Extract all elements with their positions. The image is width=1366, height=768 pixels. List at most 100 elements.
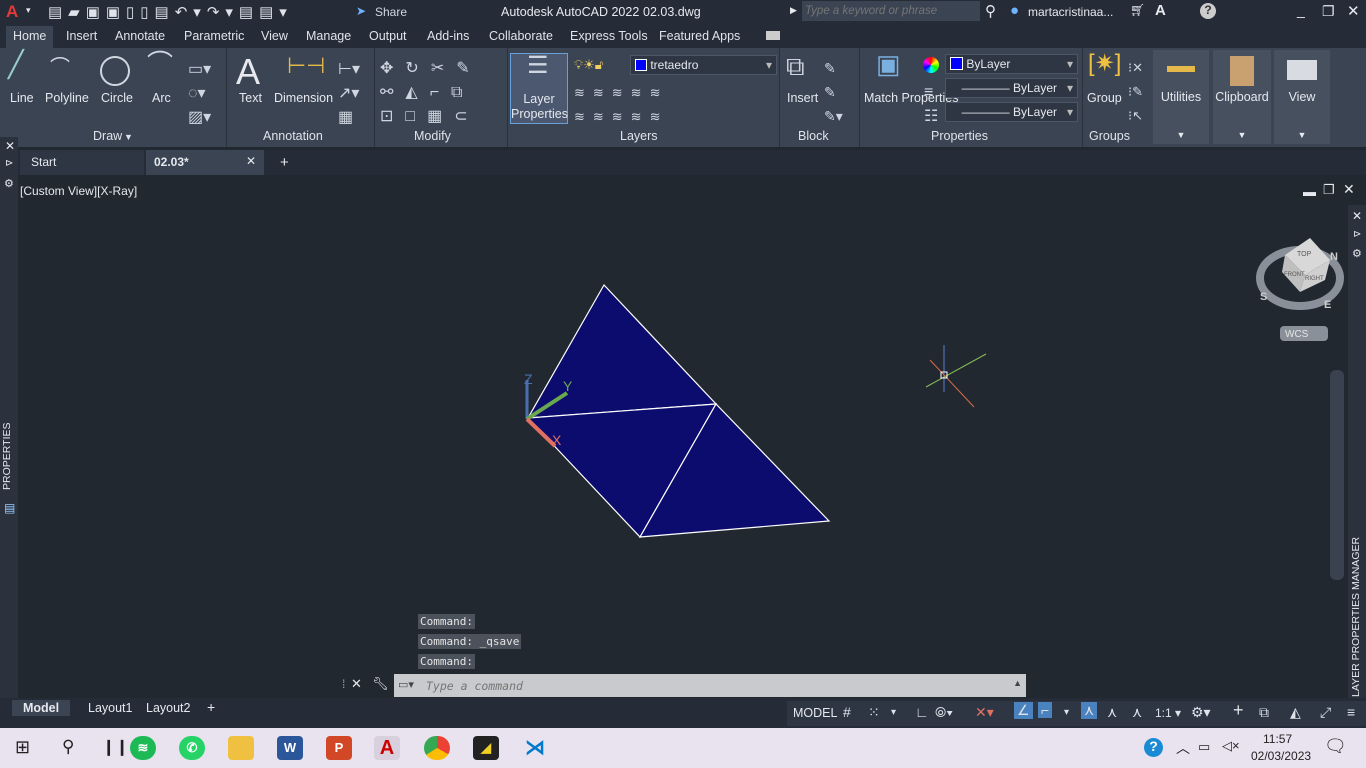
line-icon[interactable]: ╱ <box>8 51 24 77</box>
tab-view[interactable]: View <box>261 29 288 43</box>
tab-collaborate[interactable]: Collaborate <box>489 29 553 43</box>
draw-panel-title[interactable]: Draw <box>93 129 122 143</box>
group-icon[interactable]: [✷] <box>1088 52 1121 76</box>
tab-drawing[interactable]: 02.03* ✕ <box>146 150 264 175</box>
snap-icon[interactable]: ⁙ <box>868 704 880 721</box>
search-input[interactable] <box>802 1 980 21</box>
ortho-icon[interactable]: ∟ <box>915 704 929 720</box>
insert-button[interactable]: Insert <box>787 91 818 105</box>
line-button[interactable]: Line <box>10 91 34 105</box>
close-command-icon[interactable]: ✕ <box>351 676 362 692</box>
snap-dropdown[interactable]: ▾ <box>891 707 896 718</box>
tab-start[interactable]: Start <box>20 150 144 175</box>
dimension-icon[interactable]: ⊢⊣ <box>287 55 325 77</box>
whatsapp-icon[interactable]: ✆ <box>179 736 205 760</box>
object-snap-icon[interactable]: ⌐ <box>1038 702 1053 718</box>
model-space-toggle[interactable]: MODEL <box>793 706 837 720</box>
text-button[interactable]: Text <box>239 91 262 105</box>
search-icon[interactable]: ⚲ <box>62 737 74 757</box>
palette-settings-icon[interactable]: ⚙ <box>4 177 14 190</box>
autocad-taskbar-icon[interactable]: A <box>374 736 400 760</box>
compass-n[interactable]: N <box>1330 251 1338 263</box>
search-icon[interactable]: ⚲ <box>985 2 996 20</box>
recent-commands-icon[interactable]: ▭▾ <box>398 678 414 691</box>
tab-model[interactable]: Model <box>12 700 71 716</box>
drawing-viewport[interactable]: [Custom View][X-Ray] ▬ ❐ ✕ Z Y X TOP RIG… <box>18 178 1355 698</box>
viewcube-front[interactable]: FRONT <box>1284 272 1305 278</box>
tab-layout1[interactable]: Layout1 <box>81 701 139 715</box>
spotify-icon[interactable]: ≋ <box>130 736 156 760</box>
polar-icon[interactable]: ⦾▾ <box>935 704 953 721</box>
properties-palette-bar[interactable]: ✕ ⊳ ⚙ PROPERTIES ▤ <box>0 137 18 720</box>
object-snap-tracking-icon[interactable]: ∠ <box>1014 702 1033 719</box>
compass-e[interactable]: E <box>1324 299 1331 311</box>
lineweight-dropdown[interactable]: ———— ByLayer <box>945 102 1078 122</box>
show-hidden-icons[interactable]: ︿ <box>1176 738 1190 758</box>
clipboard-button[interactable]: Clipboard ▼ <box>1213 50 1271 144</box>
modify-panel-title[interactable]: Modify <box>414 129 451 143</box>
color-dropdown[interactable]: ByLayer <box>945 54 1078 74</box>
properties-palette-icon[interactable]: ▤ <box>4 501 15 515</box>
notifications-icon[interactable]: 🗨︎ <box>1324 736 1347 757</box>
object-snap-dropdown[interactable]: ▾ <box>1064 707 1069 718</box>
help-tray-icon[interactable]: ? <box>1144 738 1163 757</box>
close-button[interactable]: ✕ <box>1347 2 1360 20</box>
annotation-visibility-icon[interactable]: ⋏ <box>1081 702 1098 719</box>
viewcube[interactable]: TOP RIGHT FRONT N S E WCS <box>1256 238 1344 341</box>
share-button[interactable]: Share <box>375 5 407 19</box>
autohide-icon[interactable]: ⊳ <box>5 158 13 169</box>
close-tab-icon[interactable]: ✕ <box>246 154 256 168</box>
volume-muted-icon[interactable]: ◁× <box>1222 738 1240 754</box>
palette-settings-icon[interactable]: ⚙ <box>1352 247 1362 260</box>
insert-icon[interactable]: ⧉ <box>786 53 805 79</box>
clock-date[interactable]: 02/03/2023 <box>1251 749 1311 763</box>
annotation-panel-title[interactable]: Annotation <box>263 129 323 143</box>
file-explorer-icon[interactable] <box>228 736 254 760</box>
arc-icon[interactable]: ⌒ <box>147 51 173 77</box>
utilities-button[interactable]: Utilities ▼ <box>1153 50 1209 144</box>
customize-wrench-icon[interactable]: 🔧︎ <box>372 676 389 692</box>
sticky-notes-icon[interactable]: ◢ <box>473 736 499 760</box>
close-palette-icon[interactable]: ✕ <box>1352 209 1362 223</box>
rectangle-ellipse-hatch-icons[interactable]: ▭▾ ◌▾ ▨▾ <box>188 58 211 130</box>
annotation-scale-icon[interactable]: ⋏ <box>1132 704 1142 721</box>
close-palette-icon[interactable]: ✕ <box>5 139 15 153</box>
clock-time[interactable]: 11:57 <box>1263 732 1292 746</box>
text-icon[interactable]: A <box>236 54 260 90</box>
annotation-scale-dropdown[interactable]: 1:1 ▾ <box>1155 706 1181 720</box>
new-tab-button[interactable]: + <box>280 154 289 171</box>
tab-insert[interactable]: Insert <box>66 29 97 43</box>
add-layout-button[interactable]: + <box>207 699 215 715</box>
isodraft-icon[interactable]: ✕▾ <box>975 704 994 721</box>
polyline-button[interactable]: Polyline <box>45 91 89 105</box>
view-button[interactable]: View ▼ <box>1274 50 1330 144</box>
layers-panel-title[interactable]: Layers <box>620 129 658 143</box>
layer-dropdown[interactable]: tretaedro <box>630 55 777 75</box>
group-button[interactable]: Group <box>1087 91 1122 105</box>
powerpoint-icon[interactable]: P <box>326 736 352 760</box>
annotation-monitor-icon[interactable]: + <box>1233 700 1244 721</box>
dimension-leader-table-icons[interactable]: ⊢▾ ↗▾ ▦ <box>338 58 360 130</box>
windows-start-icon[interactable]: ⊞ <box>15 737 30 758</box>
layer-manager-palette-bar[interactable]: ✕ ⊳ ⚙ LAYER PROPERTIES MANAGER <box>1348 205 1366 698</box>
user-menu[interactable]: martacristinaa... <box>1028 5 1113 19</box>
dimension-button[interactable]: Dimension <box>274 91 333 105</box>
tab-express-tools[interactable]: Express Tools <box>570 29 648 43</box>
layer-tools-icons[interactable]: ≋≋≋≋≋ ≋≋≋≋≋ <box>574 81 668 129</box>
navigation-bar[interactable] <box>1330 370 1344 580</box>
word-icon[interactable]: W <box>277 736 303 760</box>
tab-output[interactable]: Output <box>369 29 407 43</box>
minimize-button[interactable]: _ <box>1297 2 1305 18</box>
command-input[interactable] <box>426 676 996 695</box>
properties-panel-title[interactable]: Properties <box>931 129 988 143</box>
app-menu-chevron-icon[interactable]: ▾ <box>26 5 31 16</box>
autocad-logo-icon[interactable]: A <box>6 2 18 22</box>
block-panel-title[interactable]: Block <box>798 129 829 143</box>
command-history-toggle[interactable]: ▲ <box>1013 678 1022 688</box>
restore-button[interactable]: ❐ <box>1322 3 1335 20</box>
search-expand-icon[interactable]: ▶ <box>790 5 797 16</box>
autodesk-a360-icon[interactable]: A <box>1155 2 1166 19</box>
match-properties-icon[interactable]: ▣ <box>876 51 901 77</box>
modify-tools-icons[interactable]: ✥↻✂✎ ⚯◭⌐⧉ ⊡□▦⊂ <box>380 57 482 129</box>
command-grip[interactable]: ⁞ <box>342 677 345 691</box>
